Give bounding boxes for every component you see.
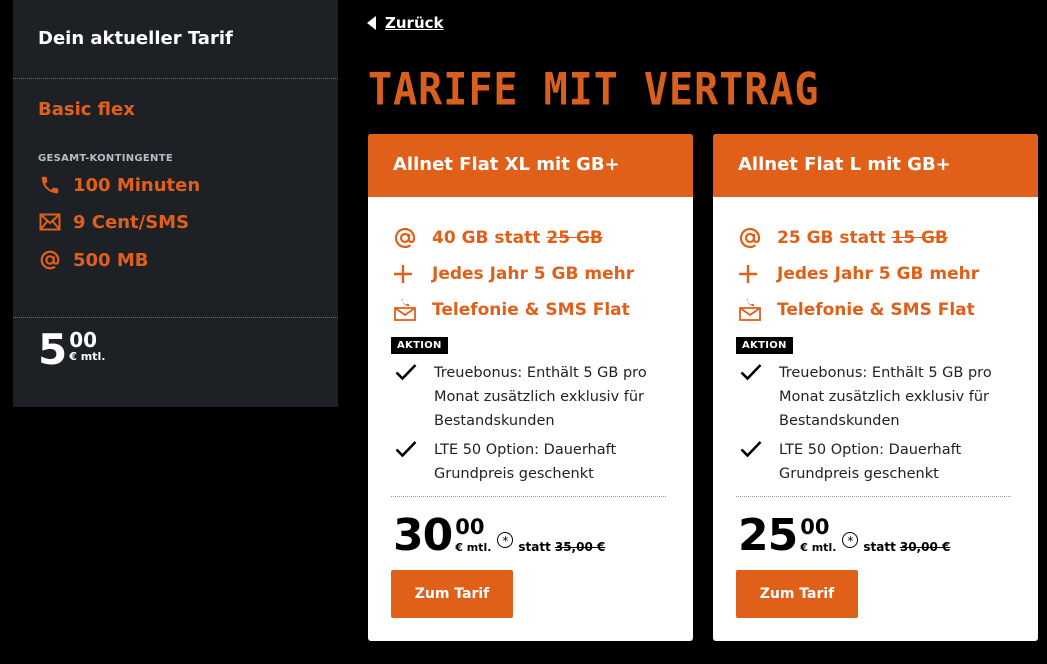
at-icon <box>393 226 421 250</box>
back-link[interactable]: Zurück <box>367 14 444 32</box>
feature-flat: Telefonie & SMS Flat <box>738 297 975 323</box>
old-price-value: 30,00 € <box>899 540 951 554</box>
allowance-label: 9 Cent/SMS <box>73 211 190 233</box>
allowance-data: 500 MB <box>38 248 148 272</box>
tariff-card: Allnet Flat XL mit GB+ 40 GB statt 25 GB… <box>368 134 693 641</box>
feature-yearly-text: Jedes Jahr 5 GB mehr <box>432 264 635 284</box>
check-icon <box>395 363 425 433</box>
promo-bullet-text: LTE 50 Option: Dauerhaft Grundpreis gesc… <box>779 442 962 482</box>
feature-flat-text: Telefonie & SMS Flat <box>432 300 630 320</box>
feature-data-old: 25 GB <box>546 228 603 248</box>
promo-badge: AKTION <box>391 337 448 354</box>
feature-data: 25 GB statt 15 GB <box>738 225 948 251</box>
current-price: 5 00 € mtl. <box>38 325 106 374</box>
price-main: 5 <box>38 325 68 374</box>
price-main: 25 <box>738 510 798 561</box>
feature-data-text: 40 GB statt <box>432 228 541 248</box>
current-plan-name: Basic flex <box>38 99 135 120</box>
allowance-minutes: 100 Minuten <box>38 173 200 197</box>
tariff-price: 30 00 € mtl. * statt 35,00 € <box>393 512 605 560</box>
feature-data-text: 25 GB statt <box>777 228 886 248</box>
tariff-price: 25 00 € mtl. * statt 30,00 € <box>738 512 950 560</box>
at-icon <box>38 248 62 272</box>
feature-yearly: Jedes Jahr 5 GB mehr <box>738 261 979 287</box>
current-tariff-heading: Dein aktueller Tarif <box>38 28 233 49</box>
select-tariff-button[interactable]: Zum Tarif <box>736 570 858 618</box>
price-cents: 00 <box>69 328 98 352</box>
page-title: TARIFE MIT VERTRAG <box>368 64 820 116</box>
check-icon <box>740 363 770 433</box>
plus-icon <box>738 264 766 284</box>
envelope-icon <box>38 210 62 234</box>
old-price: statt 35,00 € <box>518 540 605 554</box>
price-cents: 00 <box>800 515 830 539</box>
back-label: Zurück <box>385 14 444 32</box>
promo-bullet: LTE 50 Option: Dauerhaft Grundpreis gesc… <box>395 438 664 486</box>
allowance-sms: 9 Cent/SMS <box>38 210 189 234</box>
back-arrow-icon <box>367 16 376 30</box>
tariff-card: Allnet Flat L mit GB+ 25 GB statt 15 GB … <box>713 134 1038 641</box>
feature-flat: Telefonie & SMS Flat <box>393 297 630 323</box>
phone-mail-icon <box>738 299 766 321</box>
price-unit: € mtl. <box>800 541 837 554</box>
statt-label: statt <box>863 540 896 554</box>
feature-yearly-text: Jedes Jahr 5 GB mehr <box>777 264 980 284</box>
old-price-value: 35,00 € <box>554 540 606 554</box>
divider <box>391 496 666 497</box>
promo-bullet-text: Treuebonus: Enthält 5 GB pro Monat zusät… <box>434 365 647 429</box>
current-tariff-panel: Dein aktueller Tarif Basic flex GESAMT-K… <box>13 0 338 407</box>
tariff-name: Allnet Flat XL mit GB+ <box>368 134 693 197</box>
footnote-star-icon[interactable]: * <box>497 532 514 548</box>
divider <box>13 317 338 318</box>
allowance-label: 500 MB <box>73 249 149 271</box>
promo-bullet-text: LTE 50 Option: Dauerhaft Grundpreis gesc… <box>434 442 617 482</box>
price-unit: € mtl. <box>69 350 106 363</box>
allowance-label: 100 Minuten <box>73 174 201 196</box>
feature-data-old: 15 GB <box>891 228 948 248</box>
footnote-star-icon[interactable]: * <box>842 532 859 548</box>
tariff-name: Allnet Flat L mit GB+ <box>713 134 1038 197</box>
select-tariff-button[interactable]: Zum Tarif <box>391 570 513 618</box>
old-price: statt 30,00 € <box>863 540 950 554</box>
phone-icon <box>38 173 62 197</box>
promo-bullet: LTE 50 Option: Dauerhaft Grundpreis gesc… <box>740 438 1009 486</box>
promo-bullet: Treuebonus: Enthält 5 GB pro Monat zusät… <box>740 361 1009 433</box>
divider <box>736 496 1011 497</box>
phone-mail-icon <box>393 299 421 321</box>
check-icon <box>740 440 770 486</box>
price-unit: € mtl. <box>455 541 492 554</box>
feature-data: 40 GB statt 25 GB <box>393 225 603 251</box>
check-icon <box>395 440 425 486</box>
promo-bullet: Treuebonus: Enthält 5 GB pro Monat zusät… <box>395 361 664 433</box>
allowances-heading: GESAMT-KONTINGENTE <box>38 153 173 164</box>
feature-yearly: Jedes Jahr 5 GB mehr <box>393 261 634 287</box>
promo-bullet-text: Treuebonus: Enthält 5 GB pro Monat zusät… <box>779 365 992 429</box>
price-main: 30 <box>393 510 453 561</box>
divider <box>13 78 338 79</box>
promo-badge: AKTION <box>736 337 793 354</box>
statt-label: statt <box>518 540 551 554</box>
price-cents: 00 <box>455 515 485 539</box>
at-icon <box>738 226 766 250</box>
feature-flat-text: Telefonie & SMS Flat <box>777 300 975 320</box>
plus-icon <box>393 264 421 284</box>
